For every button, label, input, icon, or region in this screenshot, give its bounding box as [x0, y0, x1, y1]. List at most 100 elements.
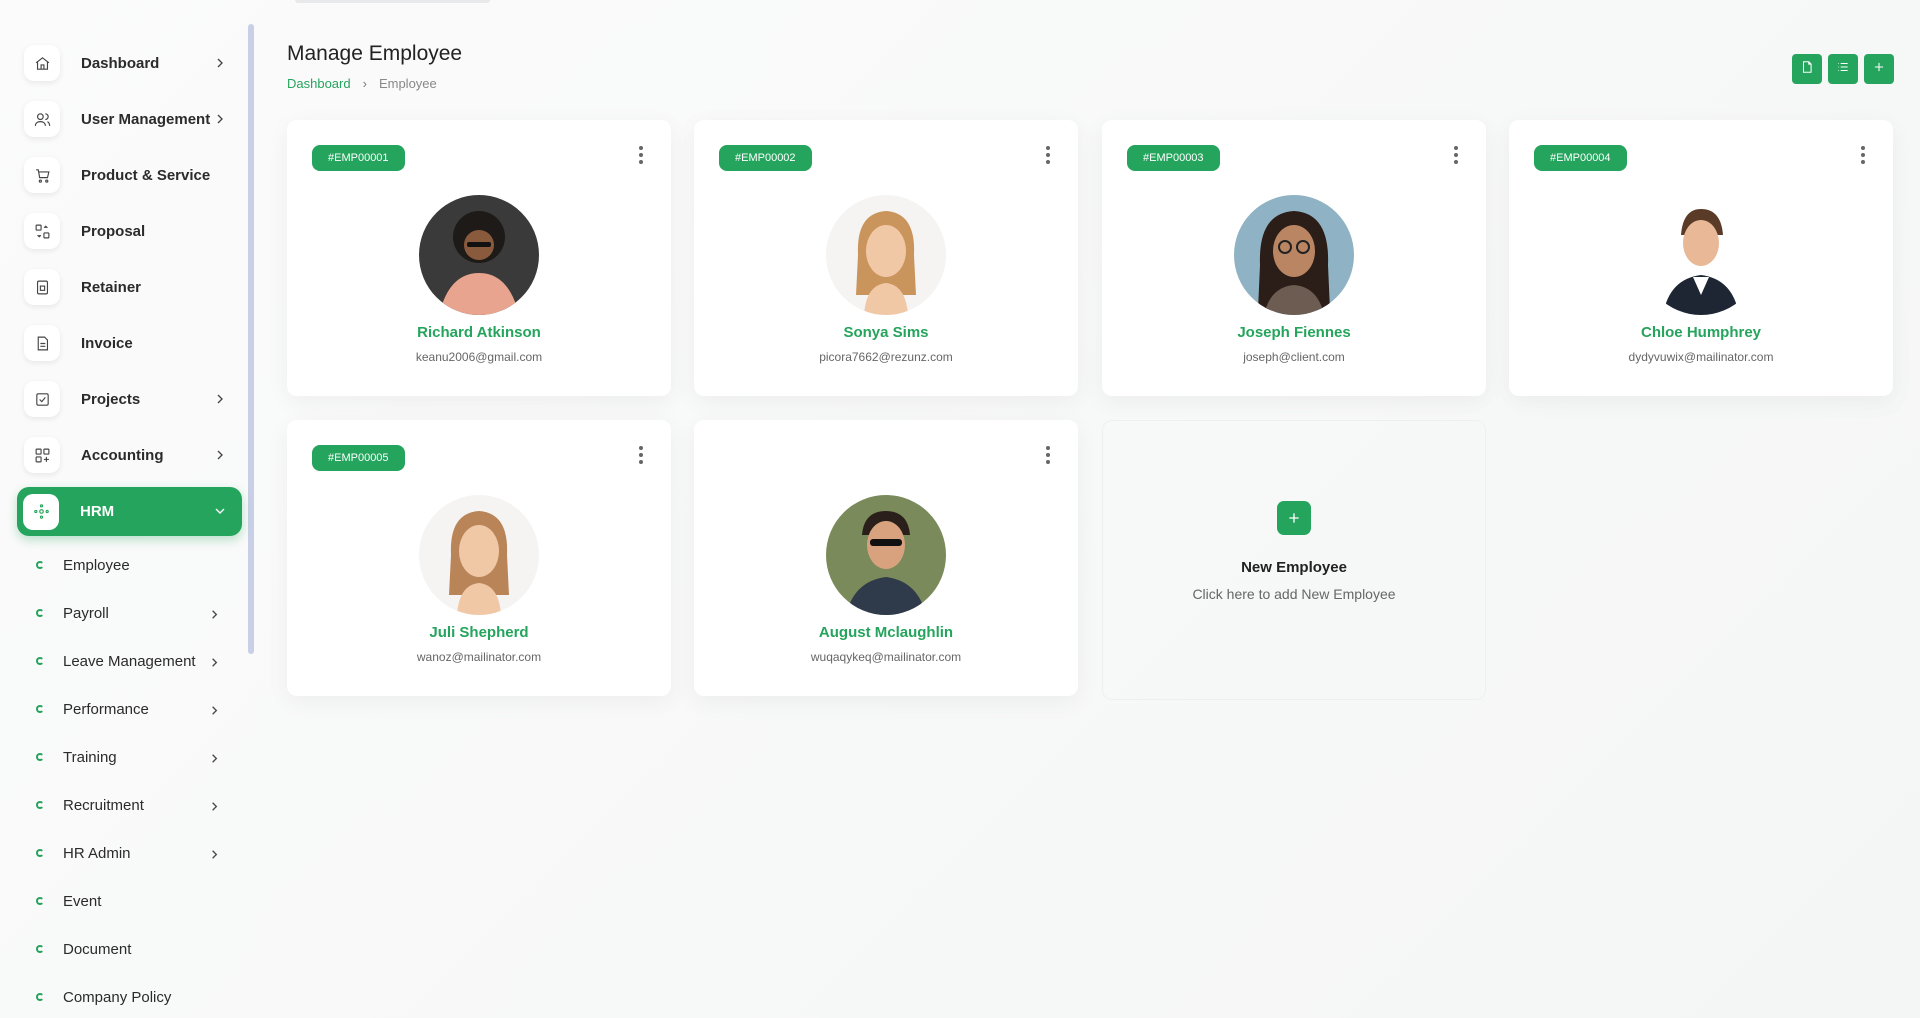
- sidebar-subitem-label: Event: [63, 892, 102, 910]
- sidebar-subitem-leave-management[interactable]: Leave Management: [36, 641, 236, 681]
- plus-icon: [1872, 60, 1886, 79]
- new-employee-title: New Employee: [1241, 559, 1347, 576]
- sidebar-item-projects[interactable]: Projects: [18, 373, 242, 425]
- sidebar-subitem-recruitment[interactable]: Recruitment: [36, 785, 236, 825]
- breadcrumb: Dashboard › Employee: [287, 76, 437, 91]
- employee-name[interactable]: Joseph Fiennes: [1102, 324, 1486, 341]
- chevron-right-icon: [207, 751, 222, 771]
- sidebar-item-accounting[interactable]: Accounting: [18, 429, 242, 481]
- sidebar-item-label: Projects: [81, 390, 141, 408]
- proposal-icon: [24, 213, 60, 249]
- employee-name[interactable]: Sonya Sims: [694, 324, 1078, 341]
- more-vertical-icon[interactable]: [1043, 445, 1053, 465]
- bullet-icon: [36, 945, 44, 953]
- employee-card[interactable]: #EMP00001 Richard Atkinson keanu2006@gma…: [287, 120, 671, 396]
- bullet-icon: [36, 609, 44, 617]
- employee-id-badge[interactable]: #EMP00002: [719, 145, 812, 171]
- employee-name[interactable]: Chloe Humphrey: [1509, 324, 1893, 341]
- sidebar-item-label: Retainer: [81, 278, 142, 296]
- new-employee-card[interactable]: New Employee Click here to add New Emplo…: [1102, 420, 1486, 700]
- sidebar-subitem-employee[interactable]: Employee: [36, 545, 236, 585]
- employee-email: wuqaqykeq@mailinator.com: [810, 650, 962, 664]
- employee-card[interactable]: #EMP00002 Sonya Sims picora7662@rezunz.c…: [694, 120, 1078, 396]
- avatar: [1234, 195, 1354, 315]
- home-icon: [24, 45, 60, 81]
- bullet-icon: [36, 753, 44, 761]
- employee-name[interactable]: Richard Atkinson: [287, 324, 671, 341]
- employee-id-badge[interactable]: #EMP00001: [312, 145, 405, 171]
- export-button[interactable]: [1792, 54, 1822, 84]
- more-vertical-icon[interactable]: [1043, 145, 1053, 165]
- employee-card[interactable]: August Mclaughlin wuqaqykeq@mailinator.c…: [694, 420, 1078, 696]
- avatar: [1641, 195, 1761, 315]
- avatar: [826, 495, 946, 615]
- sidebar-subitem-document[interactable]: Document: [36, 929, 236, 969]
- list-view-button[interactable]: [1828, 54, 1858, 84]
- employee-email: dydyvuwix@mailinator.com: [1628, 350, 1774, 364]
- chevron-right-icon: [212, 55, 228, 71]
- breadcrumb-current: Employee: [378, 76, 437, 91]
- accounting-icon: [24, 437, 60, 473]
- app-root: Dashboard User Management Product & Serv…: [0, 0, 1920, 1018]
- bullet-icon: [36, 561, 44, 569]
- employee-email: joseph@client.com: [1243, 350, 1345, 364]
- sidebar-subitem-label: Company Policy: [63, 988, 172, 1006]
- employee-id-badge[interactable]: #EMP00003: [1127, 145, 1220, 171]
- bullet-icon: [36, 993, 44, 1001]
- sidebar-subitem-label: Performance: [63, 700, 149, 718]
- sidebar-item-label: Proposal: [81, 222, 146, 240]
- sidebar: Dashboard User Management Product & Serv…: [0, 0, 256, 1018]
- sidebar-item-label: HRM: [80, 503, 115, 520]
- sidebar-item-product-service[interactable]: Product & Service: [18, 149, 242, 201]
- chevron-right-icon: [207, 655, 222, 675]
- sidebar-item-label: Accounting: [81, 446, 164, 464]
- sidebar-scrollbar[interactable]: [248, 24, 254, 654]
- more-vertical-icon[interactable]: [636, 445, 646, 465]
- more-vertical-icon[interactable]: [1451, 145, 1461, 165]
- breadcrumb-dashboard-link[interactable]: Dashboard: [287, 76, 351, 91]
- users-icon: [24, 101, 60, 137]
- employee-card[interactable]: #EMP00003 Joseph Fiennes joseph@client.c…: [1102, 120, 1486, 396]
- sidebar-item-proposal[interactable]: Proposal: [18, 205, 242, 257]
- new-employee-subtitle: Click here to add New Employee: [1192, 586, 1396, 602]
- sidebar-subitem-event[interactable]: Event: [36, 881, 236, 921]
- employee-name[interactable]: Juli Shepherd: [287, 624, 671, 641]
- chevron-right-icon: [207, 607, 222, 627]
- sidebar-item-label: User Management: [81, 110, 211, 128]
- sidebar-subitem-payroll[interactable]: Payroll: [36, 593, 236, 633]
- employee-email: picora7662@rezunz.com: [819, 350, 953, 364]
- more-vertical-icon[interactable]: [636, 145, 646, 165]
- bullet-icon: [36, 705, 44, 713]
- sidebar-subitem-hr-admin[interactable]: HR Admin: [36, 833, 236, 873]
- avatar: [419, 495, 539, 615]
- sidebar-subitem-label: Payroll: [63, 604, 109, 622]
- bullet-icon: [36, 801, 44, 809]
- sidebar-item-invoice[interactable]: Invoice: [18, 317, 242, 369]
- top-strip: [295, 0, 490, 3]
- plus-icon[interactable]: [1277, 501, 1311, 535]
- bullet-icon: [36, 657, 44, 665]
- bullet-icon: [36, 849, 44, 857]
- sidebar-subitem-training[interactable]: Training: [36, 737, 236, 777]
- bullet-icon: [36, 897, 44, 905]
- employee-name[interactable]: August Mclaughlin: [694, 624, 1078, 641]
- more-vertical-icon[interactable]: [1858, 145, 1868, 165]
- page-title: Manage Employee: [287, 42, 463, 65]
- employee-id-badge[interactable]: #EMP00004: [1534, 145, 1627, 171]
- employee-email: keanu2006@gmail.com: [415, 350, 543, 364]
- employee-id-badge[interactable]: #EMP00005: [312, 445, 405, 471]
- list-icon: [1836, 60, 1850, 79]
- sidebar-subitem-performance[interactable]: Performance: [36, 689, 236, 729]
- employee-card[interactable]: #EMP00005 Juli Shepherd wanoz@mailinator…: [287, 420, 671, 696]
- sidebar-item-dashboard[interactable]: Dashboard: [18, 37, 242, 89]
- chevron-down-icon: [212, 503, 228, 519]
- employee-card[interactable]: #EMP00004 Chloe Humphrey dydyvuwix@maili…: [1509, 120, 1893, 396]
- add-employee-button[interactable]: [1864, 54, 1894, 84]
- sidebar-subitem-label: Training: [63, 748, 117, 766]
- sidebar-item-hrm[interactable]: HRM: [17, 487, 242, 536]
- sidebar-item-retainer[interactable]: Retainer: [18, 261, 242, 313]
- sidebar-subitem-company-policy[interactable]: Company Policy: [36, 977, 236, 1017]
- sidebar-item-user-management[interactable]: User Management: [18, 93, 242, 145]
- chevron-right-icon: [207, 799, 222, 819]
- invoice-icon: [24, 325, 60, 361]
